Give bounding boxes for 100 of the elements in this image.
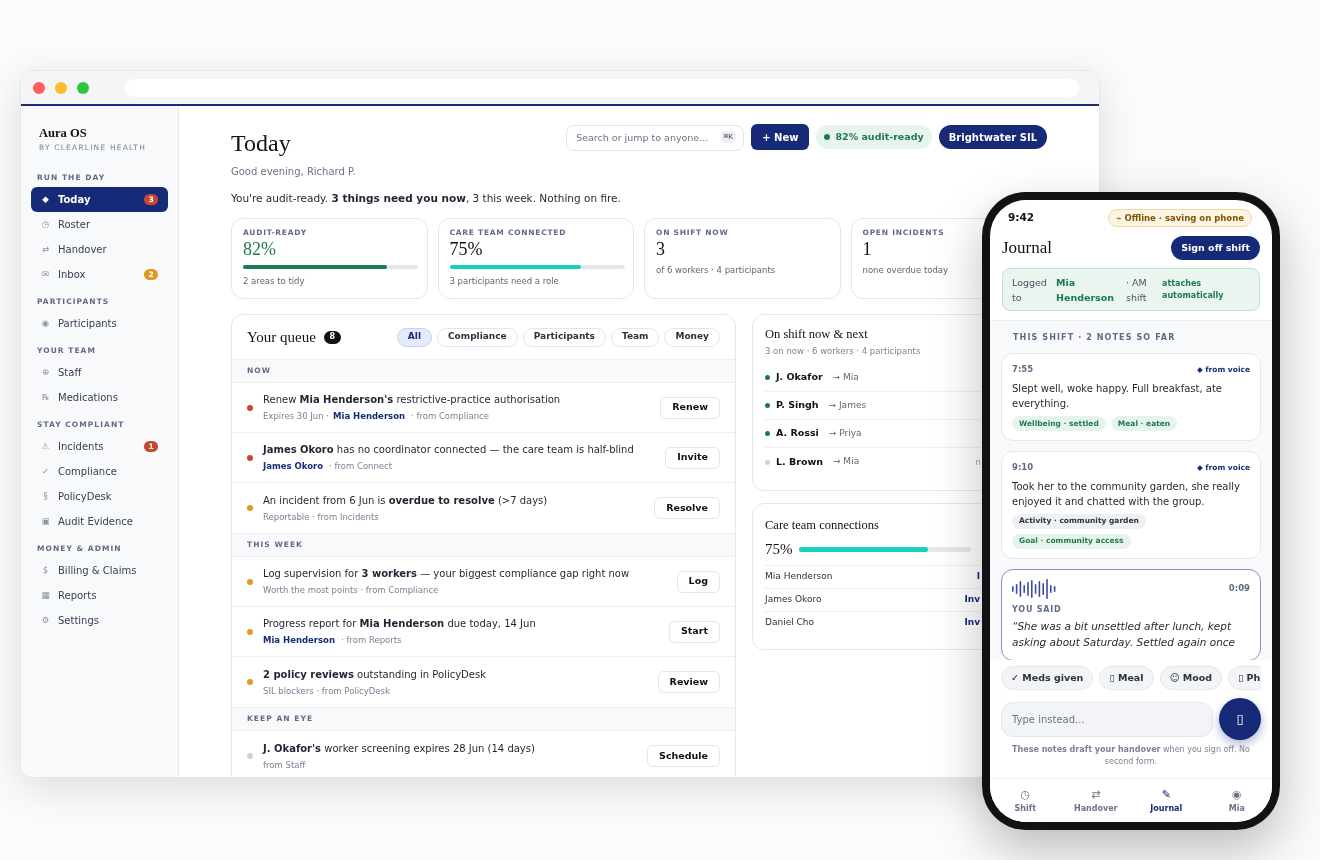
attach-note: attaches automatically (1162, 277, 1225, 302)
status-time: 9:42 (1008, 210, 1035, 226)
queue-title: Your queue (247, 327, 316, 347)
nav-icon: ◷ (41, 218, 50, 231)
task-source: · from Compliance (411, 410, 489, 422)
quick-note-chip[interactable]: ▯ Ph (1228, 666, 1261, 690)
sidebar-item[interactable]: $ Billing & Claims (31, 558, 168, 583)
task-title: Progress report for Mia Henderson due today, 14 Jun (263, 617, 537, 631)
nav-icon: ▦ (41, 589, 50, 602)
stat-value: 1 (862, 238, 872, 260)
quick-note-chip[interactable]: ▯ Meal (1099, 666, 1154, 690)
brand-name: Aura OS (38, 125, 88, 141)
card-title: On shift now & next (765, 326, 868, 342)
participant-link[interactable]: Mia Henderson (333, 410, 406, 422)
worker-name: L. Brown (776, 454, 823, 469)
count-badge: 8 (323, 330, 341, 344)
note-text: Took her to the community garden, she really enjoyed it and chatted with the group. (1012, 479, 1241, 509)
offline-badge: ⌁ Offline · saving on phone (1108, 209, 1252, 227)
tab-icon: ✎ (1161, 787, 1171, 802)
task-source: · from Connect (329, 460, 393, 472)
participant-link[interactable]: James Okoro (263, 460, 324, 472)
invite-link[interactable]: I (976, 570, 980, 584)
sidebar-item[interactable]: ▣ Audit Evidence (31, 509, 168, 534)
note-time: 7:55 (1012, 363, 1034, 376)
participant-name: → Priya (828, 426, 862, 440)
filter-chip[interactable]: Participants (522, 327, 606, 347)
tab-bar-item[interactable]: ◷ Shift (990, 779, 1061, 822)
tab-icon: ⇄ (1091, 787, 1101, 802)
sidebar-item[interactable]: ℞ Medications (31, 385, 168, 410)
stat-note: 3 participants need a role (449, 275, 560, 287)
participant-name: James Okoro (765, 593, 822, 607)
filter-chip[interactable]: Team (610, 327, 660, 347)
invite-link[interactable]: Inv (964, 593, 980, 607)
sign-off-button[interactable]: Sign off shift (1171, 236, 1260, 260)
nav-icon: ⊕ (41, 366, 50, 379)
action-button[interactable]: Schedule (647, 745, 720, 767)
task-source: from Staff (263, 758, 306, 771)
task-source: SIL blockers · from PolicyDesk (263, 684, 390, 697)
sidebar-item[interactable]: ▦ Reports (31, 583, 168, 608)
sidebar-item[interactable]: ⚙ Settings (31, 608, 168, 633)
stat-value: 75% (449, 238, 483, 260)
action-button[interactable]: Invite (665, 446, 720, 469)
logged-label: Logged to (1012, 275, 1048, 305)
participant-name: → Mia (832, 455, 860, 469)
screen-title: Journal (1002, 237, 1053, 260)
quick-note-chip[interactable]: ☺ Mood (1159, 666, 1223, 690)
task-title: J. Okafor's worker screening expires 28 Jun (14 days) (263, 741, 536, 756)
sidebar-item[interactable]: ✓ Compliance (31, 459, 168, 484)
stat-note: 2 areas to tidy (243, 275, 306, 287)
action-button[interactable]: Start (668, 620, 720, 643)
microphone-button[interactable]: ▯ (1219, 698, 1261, 740)
filter-chip[interactable]: Compliance (437, 327, 518, 347)
nav-icon: ◆ (41, 193, 50, 206)
sidebar-item[interactable]: § PolicyDesk (31, 484, 168, 509)
task-source: Worth the most points · from Compliance (263, 584, 439, 596)
worker-name: A. Rossi (776, 426, 819, 441)
voice-transcript: “She was a bit unsettled after lunch, kept asking about Saturday. Settled again once (1012, 618, 1237, 650)
footer-note: These notes draft your handover when you sign off. No second form. (1011, 744, 1251, 768)
stat-value: 82% (243, 238, 276, 260)
recording-duration: 0:09 (1228, 582, 1250, 595)
nav-icon: ⚠ (41, 440, 50, 453)
quick-note-chip[interactable]: ✓ Meds given (1001, 666, 1094, 690)
worker-name: P. Singh (776, 398, 819, 413)
tab-bar-item[interactable]: ✎ Journal (1131, 779, 1202, 822)
note-time: 9:10 (1012, 460, 1034, 474)
action-button[interactable]: Log (676, 570, 720, 593)
sidebar-item[interactable]: ⊕ Staff (31, 360, 168, 385)
action-button[interactable]: Review (657, 671, 720, 693)
nav-icon: § (41, 490, 50, 503)
participant-name: → James (828, 398, 867, 412)
sidebar-item[interactable]: ⇄ Handover (31, 237, 168, 262)
participant-name: → Mia (832, 370, 859, 384)
nav-icon: ◉ (41, 317, 50, 330)
stat-value: 3 (656, 238, 665, 260)
nav-icon: $ (41, 564, 50, 577)
note-input[interactable]: Type instead... (1001, 701, 1213, 737)
stat-note: of 6 workers · 4 participants (656, 264, 776, 276)
shift-label: · AM shift (1126, 275, 1148, 305)
sidebar-item[interactable]: ◉ Participants (31, 311, 168, 336)
sidebar-item[interactable]: ◷ Roster (31, 212, 168, 237)
tab-icon: ◉ (1231, 787, 1242, 802)
tab-bar-item[interactable]: ⇄ Handover (1060, 779, 1131, 822)
organisation-button[interactable]: Brightwater SIL (938, 125, 1047, 149)
action-button[interactable]: Renew (660, 396, 720, 419)
filter-chip[interactable]: Money (664, 327, 720, 347)
action-button[interactable]: Resolve (654, 497, 720, 519)
participant-link[interactable]: Mia Henderson (263, 634, 335, 646)
stat-note: none overdue today (862, 264, 949, 276)
new-button[interactable]: + New (751, 124, 810, 150)
voice-label: YOU SAID (1012, 603, 1063, 616)
task-source: · from Reports (341, 634, 402, 646)
participant-name: Mia Henderson (765, 570, 833, 584)
task-title: Log supervision for 3 workers — your biggest compliance gap right now (263, 567, 631, 581)
connection-value: 75% (765, 539, 793, 559)
invite-link[interactable]: Inv (964, 616, 980, 630)
nav-icon: ▣ (41, 515, 50, 528)
summary-text: You're audit-ready. 3 things need you now, 3 this week. Nothing on fire. (231, 191, 621, 205)
filter-chip[interactable]: All (396, 327, 432, 347)
nav-icon: ⇄ (41, 243, 50, 256)
tab-bar-item[interactable]: ◉ Mia (1201, 779, 1272, 822)
